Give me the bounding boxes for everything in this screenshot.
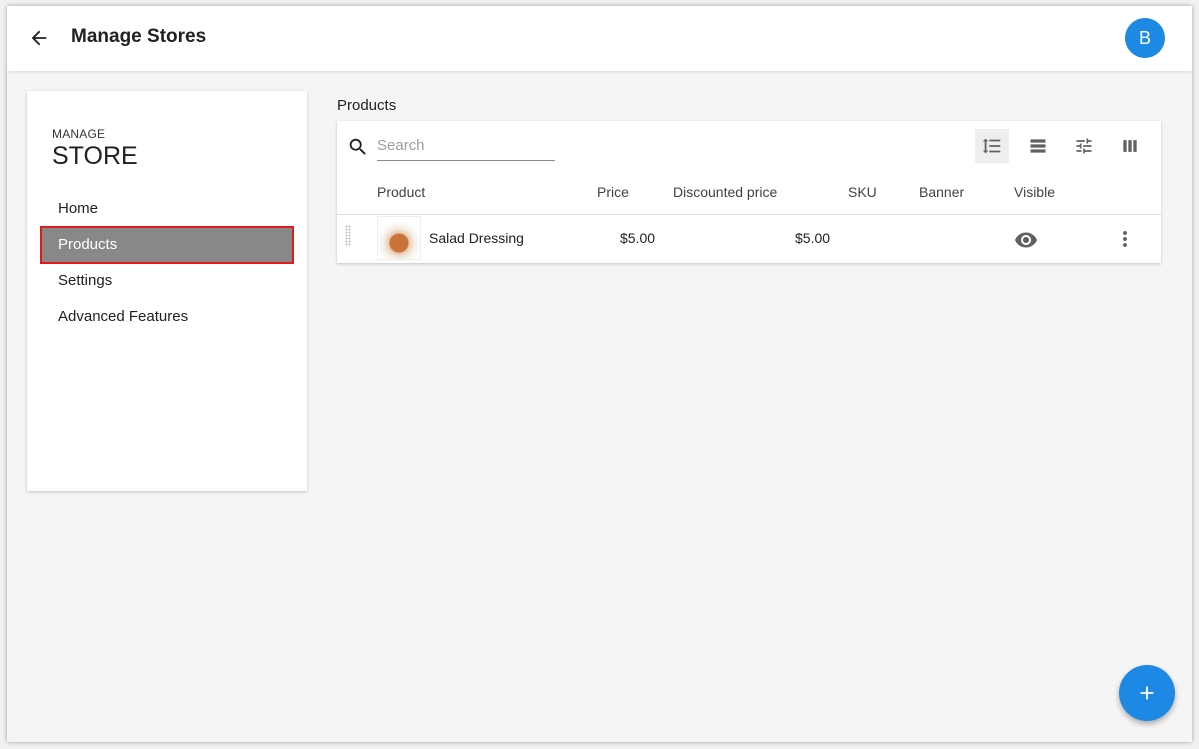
column-header-sku[interactable]: SKU	[848, 184, 877, 200]
back-button[interactable]	[25, 24, 53, 52]
app-window: Manage Stores B MANAGE STORE Home Produc…	[7, 6, 1192, 742]
sidebar-item-settings[interactable]: Settings	[41, 263, 293, 299]
page-title: Manage Stores	[71, 26, 207, 47]
product-name[interactable]: Salad Dressing	[429, 230, 524, 246]
filter-tune-icon	[1076, 138, 1092, 154]
sidebar-heading-big: STORE	[52, 142, 138, 170]
sidebar-item-products[interactable]: Products	[40, 226, 294, 264]
view-list-icon	[1030, 139, 1046, 153]
table-row[interactable]: Salad Dressing $5.00 $5.00	[337, 215, 1161, 263]
column-header-discounted-price[interactable]: Discounted price	[673, 184, 777, 200]
sidebar-item-home[interactable]: Home	[41, 191, 293, 227]
column-header-visible[interactable]: Visible	[1014, 184, 1055, 200]
sidebar-item-advanced-features[interactable]: Advanced Features	[41, 299, 293, 335]
add-product-button[interactable]	[1119, 665, 1175, 721]
product-thumbnail	[377, 216, 421, 260]
store-sidebar: MANAGE STORE Home Products Settings Adva…	[27, 91, 307, 491]
products-table: Product Price Discounted price SKU Banne…	[337, 121, 1161, 263]
row-density-icon	[982, 137, 1001, 154]
column-header-banner[interactable]: Banner	[919, 184, 964, 200]
visibility-icon[interactable]	[1014, 228, 1038, 252]
column-header-product[interactable]: Product	[377, 184, 425, 200]
columns-icon	[1123, 140, 1137, 152]
column-header-price[interactable]: Price	[597, 184, 629, 200]
columns-button[interactable]	[1113, 129, 1147, 163]
sidebar-nav: Home Products Settings Advanced Features	[40, 191, 294, 335]
drag-handle-icon[interactable]	[345, 225, 351, 247]
filter-button[interactable]	[1067, 129, 1101, 163]
product-price: $5.00	[620, 230, 656, 246]
product-discounted-price: $5.00	[795, 230, 831, 246]
sidebar-heading-small: MANAGE	[52, 127, 106, 141]
search-icon	[349, 138, 366, 155]
user-avatar[interactable]: B	[1125, 18, 1165, 58]
row-density-button[interactable]	[975, 129, 1009, 163]
view-list-button[interactable]	[1021, 129, 1055, 163]
section-title: Products	[337, 97, 397, 114]
arrow-back-icon	[31, 30, 47, 46]
plus-icon	[1140, 686, 1154, 700]
app-bar: Manage Stores B	[7, 6, 1192, 71]
more-vert-icon[interactable]	[1113, 227, 1137, 251]
search-input[interactable]	[377, 131, 555, 161]
